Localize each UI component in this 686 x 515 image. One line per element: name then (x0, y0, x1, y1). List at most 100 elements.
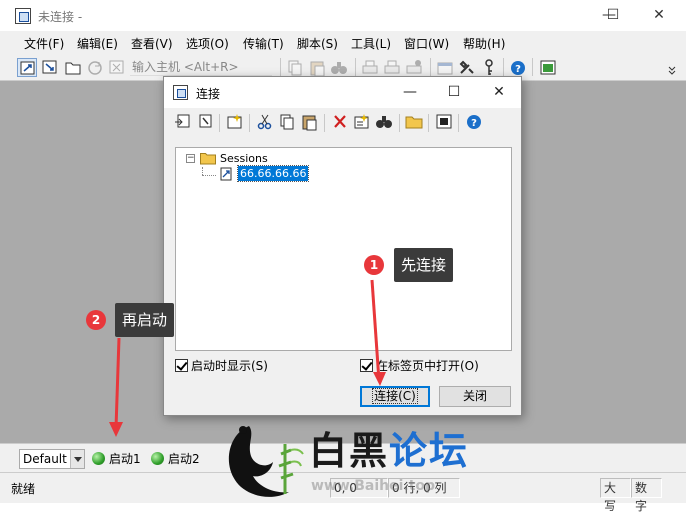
session-options-icon[interactable] (435, 58, 455, 77)
new-folder-icon[interactable] (404, 112, 424, 131)
window-title: 未连接 - (38, 10, 83, 24)
title-bar: 未连接 - — ☐ ✕ (0, 0, 686, 31)
dialog-minimize-button[interactable]: — (388, 77, 432, 108)
status-text: 就绪 (11, 482, 36, 496)
connect-button[interactable]: 连接(C) (360, 386, 430, 407)
annotation-callout-2: 再启动 (115, 303, 175, 337)
menu-help[interactable]: 帮助(H) (463, 35, 505, 52)
delete-icon[interactable] (330, 112, 350, 131)
checkbox-checked-icon (360, 359, 373, 372)
annotation-callout-1: 先连接 (394, 248, 454, 282)
cursor-position-panel: 0, 0 (330, 478, 388, 498)
svg-text:?: ? (471, 118, 477, 129)
session-icon (220, 167, 232, 181)
new-session-icon[interactable] (225, 112, 245, 131)
row-col-panel: 0 行, 0 列 (388, 478, 460, 498)
connect-dialog: 连接 — ☐ ✕ ? − Sessions 66.66.66.66 启动时显示(… (163, 76, 522, 416)
annotation-badge-1: 1 (364, 255, 384, 275)
dialog-help-icon[interactable]: ? (464, 112, 484, 131)
dialog-close-button[interactable]: ✕ (477, 77, 521, 108)
tree-connector (202, 167, 203, 175)
paste-icon[interactable] (307, 58, 327, 77)
connect-session-icon[interactable] (173, 112, 193, 131)
toolbar-separator (428, 114, 429, 132)
print-selection-icon[interactable] (382, 58, 402, 77)
dialog-maximize-button[interactable]: ☐ (432, 77, 476, 108)
toolbar-separator (458, 114, 459, 132)
key-icon[interactable] (479, 58, 499, 77)
annotation-badge-2: 2 (86, 310, 106, 330)
toolbar-separator (399, 114, 400, 132)
status-bar: 就绪 0, 0 0 行, 0 列 大写 数字 (0, 472, 686, 513)
chevron-down-icon[interactable] (70, 450, 84, 468)
reconnect-icon[interactable] (85, 58, 105, 77)
close-dialog-button[interactable]: 关闭 (439, 386, 511, 407)
dialog-toolbar: ? (164, 108, 521, 138)
menu-edit[interactable]: 编辑(E) (77, 35, 118, 52)
find-session-icon[interactable] (374, 112, 394, 131)
global-options-icon[interactable] (457, 58, 477, 77)
start2-button[interactable]: 启动2 (151, 449, 200, 469)
tree-connector (202, 175, 216, 176)
session-manager-icon[interactable] (434, 112, 454, 131)
menu-tools[interactable]: 工具(L) (351, 35, 391, 52)
caps-lock-panel: 大写 (600, 478, 631, 513)
cut-icon[interactable] (255, 112, 275, 131)
help-icon[interactable]: ? (508, 58, 528, 77)
toolbar-separator (503, 58, 504, 76)
toolbar-separator (324, 114, 325, 132)
copy-session-icon[interactable] (277, 112, 297, 131)
toolbar-overflow-icon[interactable] (668, 63, 676, 75)
show-on-startup-label: 启动时显示(S) (191, 359, 268, 373)
toolbar-separator (430, 58, 431, 76)
quick-connect-session-icon[interactable] (195, 112, 215, 131)
command-bar: Default 启动1 启动2 (0, 443, 686, 472)
app-icon (15, 8, 31, 24)
quick-connect-icon[interactable] (40, 58, 60, 77)
connect-icon[interactable] (17, 58, 37, 77)
printer-setup-icon[interactable] (404, 58, 424, 77)
green-led-icon (151, 452, 164, 465)
connect-in-tab-icon[interactable] (63, 58, 83, 77)
disconnect-icon[interactable] (107, 58, 127, 77)
session-select[interactable]: Default (19, 449, 85, 469)
dialog-title: 连接 (196, 87, 221, 101)
open-in-tab-checkbox[interactable]: 在标签页中打开(O) (360, 359, 479, 375)
menu-transfer[interactable]: 传输(T) (243, 35, 284, 52)
menu-view[interactable]: 查看(V) (131, 35, 173, 52)
menu-window[interactable]: 窗口(W) (404, 35, 449, 52)
quick-connect-input[interactable]: 输入主机 <Alt+R> (130, 58, 272, 76)
checkbox-checked-icon (175, 359, 188, 372)
session-select-value: Default (23, 452, 67, 466)
find-icon[interactable] (329, 58, 349, 77)
close-button[interactable]: ✕ (636, 0, 682, 31)
print-icon[interactable] (360, 58, 380, 77)
green-led-icon (92, 452, 105, 465)
num-lock-panel: 数字 (631, 478, 662, 513)
session-tree[interactable]: − Sessions 66.66.66.66 (175, 147, 512, 351)
toolbar-separator (532, 58, 533, 76)
menu-bar: 文件(F) 编辑(E) 查看(V) 选项(O) 传输(T) 脚本(S) 工具(L… (0, 31, 686, 55)
maximize-button[interactable]: ☐ (590, 0, 636, 31)
properties-icon[interactable] (352, 112, 372, 131)
menu-script[interactable]: 脚本(S) (297, 35, 338, 52)
toolbar-separator (355, 58, 356, 76)
paste-session-icon[interactable] (299, 112, 319, 131)
svg-text:?: ? (515, 64, 521, 75)
copy-icon[interactable] (285, 58, 305, 77)
screenshot-icon[interactable] (538, 58, 558, 77)
toolbar-separator (280, 58, 281, 76)
session-label: 66.66.66.66 (236, 165, 310, 182)
start1-label: 启动1 (109, 452, 141, 466)
show-on-startup-checkbox[interactable]: 启动时显示(S) (175, 359, 268, 375)
menu-options[interactable]: 选项(O) (186, 35, 229, 52)
dialog-title-bar: 连接 — ☐ ✕ (164, 77, 521, 108)
tree-expander[interactable]: − (186, 154, 195, 163)
toolbar-separator (219, 114, 220, 132)
folder-icon (200, 153, 216, 165)
start2-label: 启动2 (168, 452, 200, 466)
connect-button-label: 连接(C) (372, 388, 418, 404)
start1-button[interactable]: 启动1 (92, 449, 141, 469)
menu-file[interactable]: 文件(F) (24, 35, 64, 52)
dialog-app-icon (173, 85, 188, 100)
